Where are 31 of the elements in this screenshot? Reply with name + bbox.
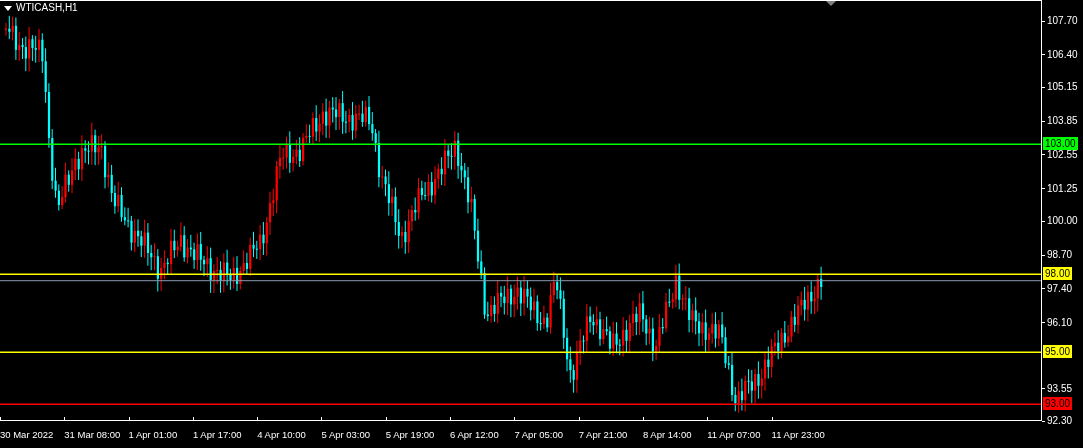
time-tick-label: 30 Mar 2022 bbox=[0, 430, 54, 440]
price-tick-label: 101.25 bbox=[1047, 181, 1078, 196]
time-tick-label: 5 Apr 03:00 bbox=[321, 430, 371, 440]
level-price-tag: 98.00 bbox=[1043, 267, 1073, 281]
shift-marker-icon bbox=[826, 1, 836, 6]
price-tick-label: 92.30 bbox=[1047, 414, 1073, 429]
time-tick-label: 31 Mar 08:00 bbox=[64, 430, 121, 440]
time-tick-label: 11 Apr 23:00 bbox=[771, 430, 825, 440]
time-tick-label: 11 Apr 07:00 bbox=[707, 430, 761, 440]
price-tick-label: 93.55 bbox=[1047, 381, 1073, 396]
level-price-tag: 103.00 bbox=[1043, 137, 1078, 151]
price-tick-label: 103.85 bbox=[1047, 114, 1078, 129]
time-tick-label: 7 Apr 05:00 bbox=[514, 430, 563, 440]
price-tick-label: 107.70 bbox=[1047, 14, 1078, 28]
price-tick-label: 100.00 bbox=[1047, 214, 1078, 229]
level-price-tag: 93.00 bbox=[1043, 397, 1073, 411]
time-tick-label: 5 Apr 19:00 bbox=[385, 430, 435, 440]
price-tick-label: 97.40 bbox=[1047, 281, 1073, 296]
time-tick-label: 6 Apr 12:00 bbox=[450, 430, 499, 440]
time-tick-label: 1 Apr 01:00 bbox=[128, 430, 178, 440]
dropdown-triangle-icon[interactable] bbox=[4, 5, 12, 11]
time-tick-label: 1 Apr 17:00 bbox=[192, 430, 242, 440]
chart-title: WTICASH,H1 bbox=[16, 3, 78, 13]
time-tick-label: 4 Apr 10:00 bbox=[257, 430, 306, 440]
price-tick-label: 96.10 bbox=[1047, 315, 1073, 330]
price-tick-label: 105.15 bbox=[1047, 80, 1078, 95]
price-tick-label: 98.70 bbox=[1047, 248, 1073, 262]
time-tick-label: 8 Apr 14:00 bbox=[642, 430, 692, 440]
level-price-tag: 95.00 bbox=[1043, 345, 1073, 359]
time-tick-label: 7 Apr 21:00 bbox=[578, 430, 628, 440]
price-tick-label: 106.40 bbox=[1047, 47, 1078, 62]
